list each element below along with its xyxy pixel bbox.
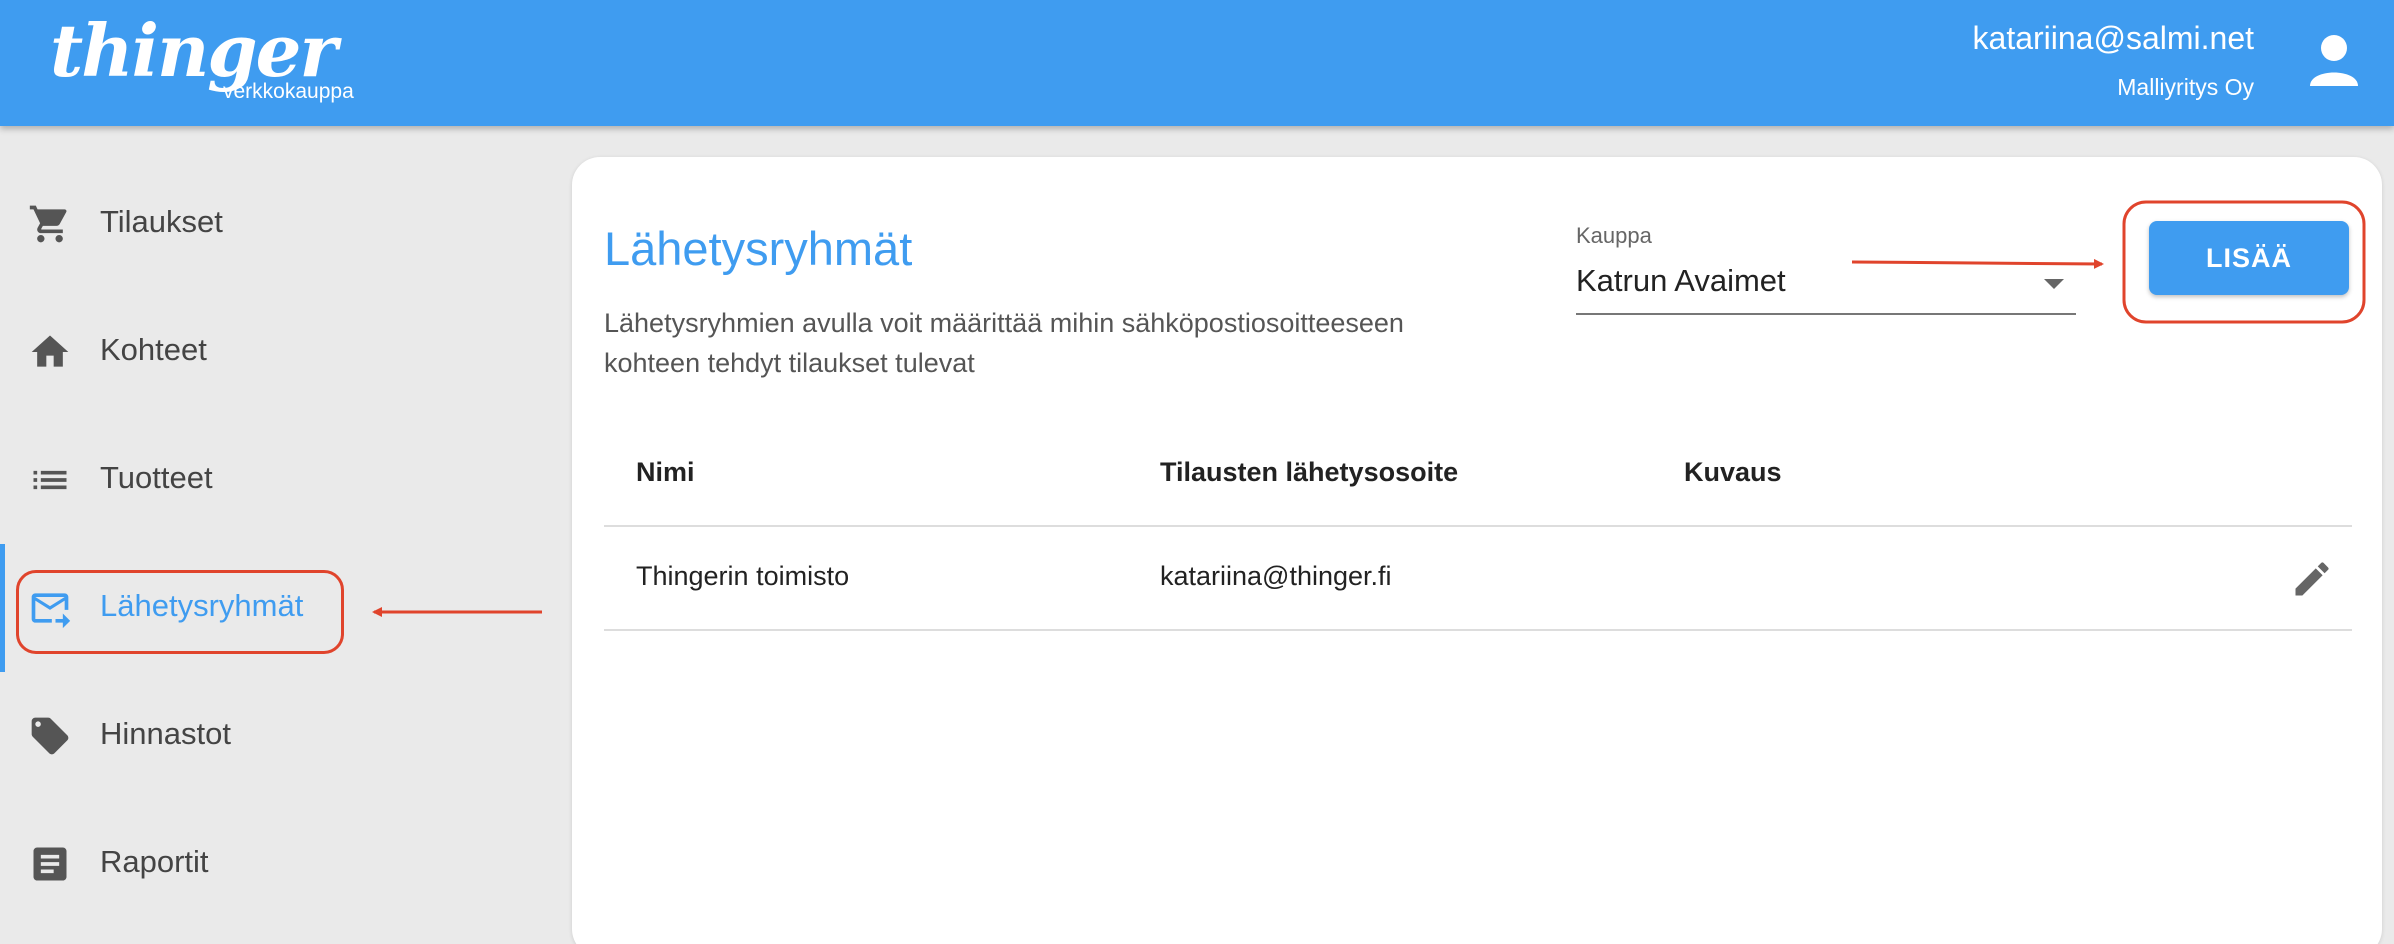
sidebar-item-hinnastot[interactable]: Hinnastot — [0, 670, 560, 798]
sidebar-item-label: Raportit — [100, 844, 209, 879]
table-row[interactable]: Thingerin toimisto katariina@thinger.fi — [604, 527, 2352, 631]
annotation-highlight-sidebar — [16, 570, 344, 654]
page-description: Lähetysryhmien avulla voit määrittää mih… — [604, 308, 1404, 378]
cell-email: katariina@thinger.fi — [1160, 561, 1392, 591]
cell-name: Thingerin toimisto — [636, 561, 850, 591]
groups-table: Nimi Tilausten lähetysosoite Kuvaus Thin… — [604, 427, 2352, 631]
content-card: Lähetysryhmät Lähetysryhmien avulla voit… — [572, 157, 2382, 944]
sidebar: Tilaukset Kohteet Tuotteet Lähetysryhmät… — [0, 126, 560, 944]
app-header: thinger verkkokauppa katariina@salmi.net… — [0, 0, 2394, 126]
cart-icon — [28, 202, 72, 246]
tag-icon — [28, 714, 72, 758]
store-select[interactable]: Katrun Avaimet — [1576, 253, 2076, 315]
page-title: Lähetysryhmät — [604, 222, 913, 275]
thinger-logo[interactable]: thinger verkkokauppa — [50, 8, 380, 108]
sidebar-item-label: Hinnastot — [100, 716, 231, 751]
sidebar-item-tilaukset[interactable]: Tilaukset — [0, 158, 560, 286]
sidebar-item-kohteet[interactable]: Kohteet — [0, 286, 560, 414]
column-header-description[interactable]: Kuvaus — [1684, 457, 1782, 488]
column-header-address[interactable]: Tilausten lähetysosoite — [1160, 457, 1458, 488]
list-icon — [28, 458, 72, 502]
report-icon — [28, 842, 72, 886]
table-header: Nimi Tilausten lähetysosoite Kuvaus — [604, 427, 2352, 527]
sidebar-item-label: Kohteet — [100, 332, 207, 367]
sidebar-item-raportit[interactable]: Raportit — [0, 798, 560, 926]
add-button[interactable]: LISÄÄ — [2149, 221, 2349, 295]
sidebar-item-tuotteet[interactable]: Tuotteet — [0, 414, 560, 542]
column-header-name[interactable]: Nimi — [636, 457, 695, 488]
sidebar-item-label: Tilaukset — [100, 204, 223, 239]
home-icon — [28, 330, 72, 374]
chevron-down-icon — [2044, 279, 2064, 289]
edit-icon[interactable] — [2290, 557, 2334, 601]
user-email: katariina@salmi.net — [1972, 20, 2254, 56]
store-select-value: Katrun Avaimet — [1576, 263, 1786, 298]
user-icon[interactable] — [2308, 32, 2360, 88]
store-select-label: Kauppa — [1576, 223, 1652, 248]
logo-subtext: verkkokauppa — [223, 80, 354, 103]
sidebar-item-label: Tuotteet — [100, 460, 213, 495]
user-company: Malliyritys Oy — [2117, 74, 2254, 100]
